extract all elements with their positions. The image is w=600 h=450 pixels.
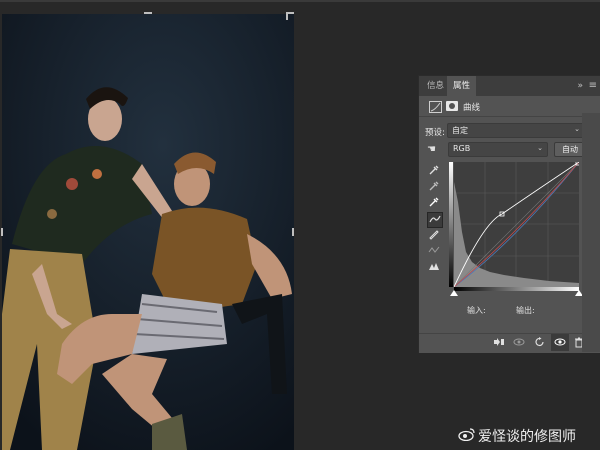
smooth-icon[interactable] — [427, 244, 441, 258]
input-gradient-bar — [454, 287, 579, 291]
document-canvas[interactable] — [2, 14, 294, 450]
black-point-slider[interactable] — [450, 290, 458, 296]
panel-scrollbar[interactable] — [582, 113, 600, 352]
clip-to-layer-icon[interactable] — [493, 337, 505, 350]
input-label: 输入: — [467, 306, 486, 315]
curves-adjustment-icon[interactable] — [429, 101, 442, 113]
double-chevron-right-icon[interactable]: » — [577, 76, 583, 96]
panel-menu-icon[interactable]: ≡ — [589, 76, 597, 96]
watermark-text: 爱怪谈的修图师 — [478, 429, 576, 445]
tab-properties[interactable]: 属性 — [447, 76, 477, 96]
top-right-handle-v[interactable] — [286, 12, 288, 20]
chevron-down-icon: ⌄ — [537, 144, 543, 152]
preset-label: 预设: — [425, 128, 445, 138]
black-eyedropper-icon[interactable] — [427, 164, 441, 178]
preset-dropdown[interactable]: 自定 ⌄ — [447, 123, 585, 138]
top-center-handle[interactable] — [144, 12, 152, 14]
white-eyedropper-icon[interactable] — [427, 196, 441, 210]
right-center-handle[interactable] — [292, 228, 294, 236]
left-center-handle[interactable] — [1, 228, 3, 236]
reset-icon[interactable] — [534, 337, 546, 350]
tab-info[interactable]: 信息 — [421, 76, 450, 96]
layer-mask-icon[interactable] — [446, 101, 458, 111]
visibility-eye-icon[interactable] — [554, 337, 566, 350]
gray-eyedropper-icon[interactable] — [427, 180, 441, 194]
channel-dropdown[interactable]: RGB ⌄ — [448, 142, 548, 157]
clipping-warning-icon[interactable] — [427, 260, 441, 274]
weibo-logo-icon — [458, 427, 476, 442]
top-divider — [0, 0, 600, 2]
panel-tab-bar: 信息 属性 » ≡ — [419, 76, 600, 96]
properties-panel: 信息 属性 » ≡ 曲线 预设: 自定 ⌄ ☚ RGB ⌄ 自动 输入: 输出: — [418, 75, 600, 353]
photoshop-workspace: 信息 属性 » ≡ 曲线 预设: 自定 ⌄ ☚ RGB ⌄ 自动 输入: 输出:… — [0, 0, 600, 450]
curve-graph[interactable] — [453, 160, 581, 288]
output-gradient-bar — [449, 162, 453, 287]
photo-image — [2, 14, 294, 450]
view-previous-icon[interactable] — [513, 337, 525, 350]
preset-value: 自定 — [452, 126, 468, 135]
output-label: 输出: — [516, 306, 535, 315]
panel-footer — [419, 333, 600, 354]
channel-value: RGB — [453, 144, 471, 153]
panel-title: 曲线 — [463, 103, 481, 113]
target-adjust-icon[interactable]: ☚ — [427, 144, 436, 155]
pencil-icon[interactable] — [427, 228, 441, 242]
chevron-down-icon: ⌄ — [574, 125, 580, 133]
curve-edit-icon[interactable] — [427, 212, 443, 228]
